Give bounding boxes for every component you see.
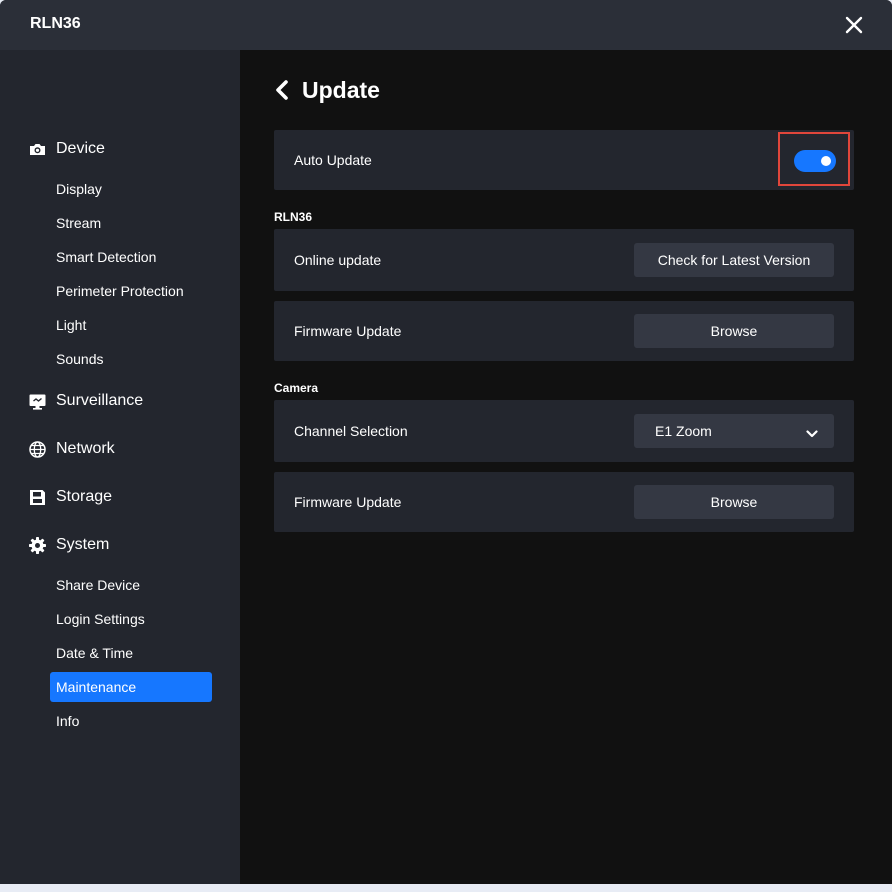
auto-update-row: Auto Update: [274, 130, 854, 190]
sidebar-item-info[interactable]: Info: [50, 706, 212, 736]
highlight-box: [778, 132, 850, 186]
sidebar-section-label: Surveillance: [56, 392, 144, 409]
settings-window: RLN36 Device Display Stream Smart Detect…: [0, 0, 892, 884]
globe-icon: [28, 440, 47, 459]
sidebar-item-light[interactable]: Light: [50, 310, 212, 340]
window-bottom-edge: [0, 884, 892, 892]
sidebar-item-label: Stream: [56, 215, 102, 231]
sidebar-item-sounds[interactable]: Sounds: [50, 344, 212, 374]
sidebar-section-device[interactable]: Device: [28, 137, 105, 161]
firmware-update-label: Firmware Update: [294, 323, 402, 339]
sidebar-section-label: System: [56, 536, 110, 553]
toggle-knob: [821, 156, 831, 166]
channel-selection-row: Channel Selection E1 Zoom: [274, 400, 854, 462]
sidebar-section-system[interactable]: System: [28, 533, 109, 557]
sidebar-item-stream[interactable]: Stream: [50, 208, 212, 238]
sidebar-item-perimeter-protection[interactable]: Perimeter Protection: [50, 276, 212, 306]
window-title: RLN36: [30, 15, 81, 32]
page-title: Update: [302, 76, 380, 103]
sidebar-item-label: Maintenance: [56, 679, 137, 695]
auto-update-label: Auto Update: [294, 152, 372, 168]
sidebar-item-label: Share Device: [56, 577, 141, 593]
sidebar-item-label: Date & Time: [56, 645, 134, 661]
sidebar-section-network[interactable]: Network: [28, 437, 115, 461]
sidebar-item-display[interactable]: Display: [50, 174, 212, 204]
title-bar: RLN36: [0, 0, 892, 50]
channel-select-value: E1 Zoom: [655, 423, 712, 439]
sidebar-section-label: Network: [56, 440, 115, 457]
camera-group-label: Camera: [274, 381, 319, 395]
auto-update-toggle[interactable]: [794, 150, 836, 172]
sidebar-item-date-time[interactable]: Date & Time: [50, 638, 212, 668]
back-chevron-icon[interactable]: [274, 79, 290, 101]
sidebar-item-label: Login Settings: [56, 611, 145, 627]
channel-select[interactable]: E1 Zoom: [634, 414, 834, 448]
monitor-icon: [28, 392, 47, 411]
sidebar-section-label: Device: [56, 140, 105, 157]
device-browse-button[interactable]: Browse: [634, 314, 834, 348]
sidebar-item-share-device[interactable]: Share Device: [50, 570, 212, 600]
close-icon[interactable]: [840, 11, 868, 39]
sidebar-item-label: Smart Detection: [56, 249, 157, 265]
online-update-label: Online update: [294, 252, 382, 268]
sidebar-section-surveillance[interactable]: Surveillance: [28, 389, 143, 413]
firmware-update-label: Firmware Update: [294, 494, 402, 510]
device-firmware-update-row: Firmware Update Browse: [274, 301, 854, 361]
floppy-disk-icon: [28, 488, 47, 507]
sidebar-item-smart-detection[interactable]: Smart Detection: [50, 242, 212, 272]
sidebar-item-label: Sounds: [56, 351, 104, 367]
sidebar-section-storage[interactable]: Storage: [28, 485, 112, 509]
online-update-row: Online update Check for Latest Version: [274, 229, 854, 291]
sidebar-item-maintenance[interactable]: Maintenance: [50, 672, 212, 702]
sidebar-item-label: Perimeter Protection: [56, 283, 184, 299]
check-latest-version-button[interactable]: Check for Latest Version: [634, 243, 834, 277]
sidebar-item-label: Display: [56, 181, 102, 197]
sidebar: Device Display Stream Smart Detection Pe…: [0, 50, 240, 884]
page-header: Update: [274, 75, 380, 105]
device-group-label: RLN36: [274, 210, 313, 224]
channel-selection-label: Channel Selection: [294, 423, 408, 439]
sidebar-item-login-settings[interactable]: Login Settings: [50, 604, 212, 634]
main-content: Update Auto Update RLN36 Online update C…: [240, 50, 892, 884]
camera-icon: [28, 140, 47, 159]
camera-firmware-update-row: Firmware Update Browse: [274, 472, 854, 532]
camera-browse-button[interactable]: Browse: [634, 485, 834, 519]
sidebar-item-label: Info: [56, 713, 80, 729]
chevron-down-icon: [806, 426, 818, 438]
sidebar-item-label: Light: [56, 317, 87, 333]
sidebar-section-label: Storage: [56, 488, 113, 505]
gear-icon: [28, 536, 47, 555]
